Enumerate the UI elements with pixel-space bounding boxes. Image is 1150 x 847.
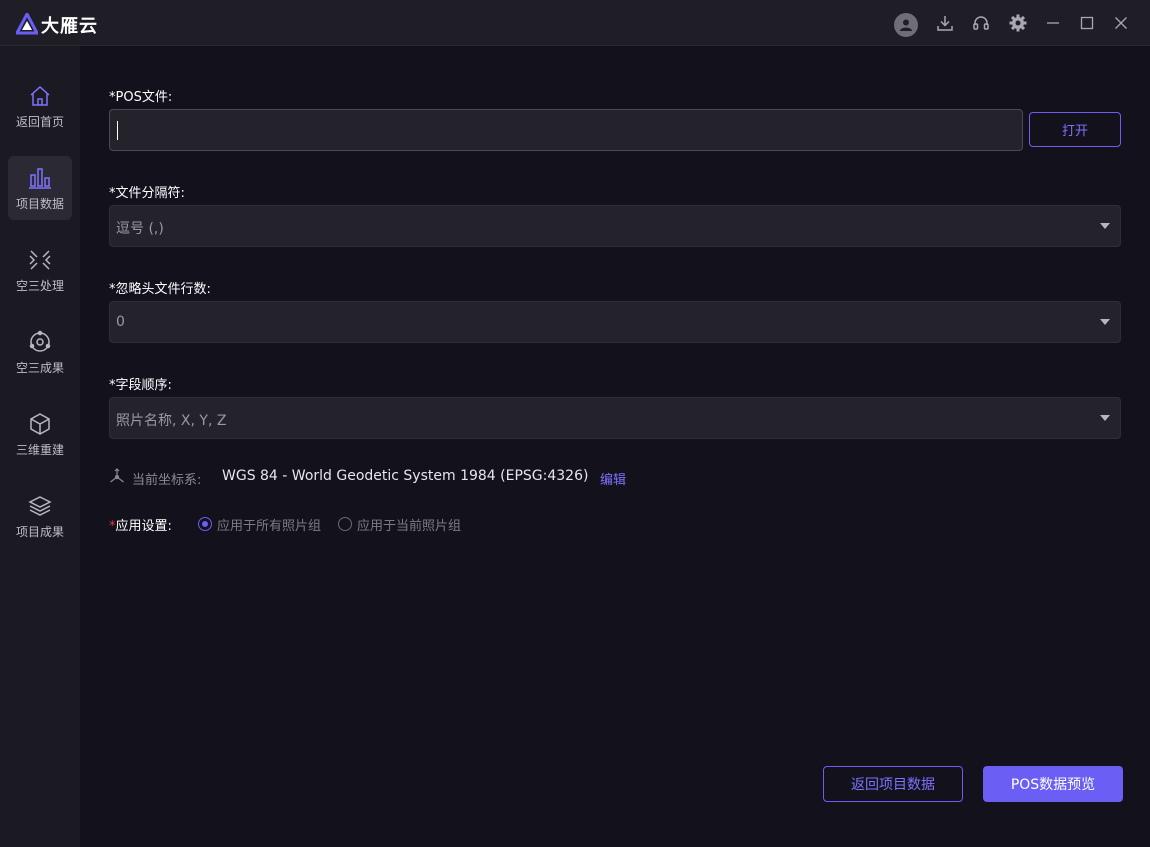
sidebar: 返回首页 项目数据 空三处理 空三成果 三维重建 项目成果 xyxy=(0,46,80,847)
minimize-icon[interactable] xyxy=(1043,13,1063,33)
app-logo-icon xyxy=(16,13,38,35)
coordinate-system-row: 当前坐标系: WGS 84 - World Geodetic System 19… xyxy=(109,468,809,488)
delimiter-select[interactable]: 逗号 (,) xyxy=(109,205,1121,247)
delimiter-value: 逗号 (,) xyxy=(116,221,164,237)
download-icon[interactable] xyxy=(935,13,955,33)
chevron-down-icon xyxy=(1100,415,1110,421)
sidebar-item-label: 空三成果 xyxy=(15,361,64,375)
coordinate-system-label: 当前坐标系: xyxy=(132,473,202,488)
field-order-select[interactable]: 照片名称, X, Y, Z xyxy=(109,397,1121,439)
text-caret xyxy=(117,121,118,140)
radio-label: 应用于当前照片组 xyxy=(357,518,462,534)
gear-icon[interactable] xyxy=(1008,13,1028,33)
radio-unchecked-icon xyxy=(338,517,352,531)
sidebar-item-label: 空三处理 xyxy=(15,279,64,293)
pos-file-input[interactable] xyxy=(109,109,1023,151)
radio-apply-current-group[interactable]: 应用于当前照片组 xyxy=(338,516,462,534)
bar-chart-icon xyxy=(27,165,53,191)
sidebar-item-label: 三维重建 xyxy=(15,443,64,457)
chevron-down-icon xyxy=(1100,223,1110,229)
skip-rows-select[interactable]: 0 xyxy=(109,301,1121,343)
sidebar-item-project-result[interactable]: 项目成果 xyxy=(8,484,72,548)
coordinate-axes-icon xyxy=(110,468,124,483)
aerial-process-icon xyxy=(27,247,53,273)
sidebar-item-3d-reconstruction[interactable]: 三维重建 xyxy=(8,402,72,466)
radio-apply-all-groups[interactable]: 应用于所有照片组 xyxy=(198,516,322,534)
cube-icon xyxy=(27,411,53,437)
sidebar-item-home[interactable]: 返回首页 xyxy=(8,74,72,138)
title-bar: 大雁云 xyxy=(0,0,1150,46)
sidebar-item-project-data[interactable]: 项目数据 xyxy=(8,156,72,220)
home-icon xyxy=(27,83,53,109)
radio-label: 应用于所有照片组 xyxy=(217,518,322,534)
aerial-result-icon xyxy=(27,329,53,355)
field-order-value: 照片名称, X, Y, Z xyxy=(116,413,227,429)
sidebar-item-aerial-result[interactable]: 空三成果 xyxy=(8,320,72,384)
apply-settings-row: *应用设置: 应用于所有照片组 应用于当前照片组 xyxy=(109,515,709,535)
delimiter-label: *文件分隔符: xyxy=(109,186,185,201)
sidebar-item-label: 返回首页 xyxy=(15,115,64,129)
apply-settings-text: 应用设置: xyxy=(115,519,172,534)
user-avatar-icon[interactable] xyxy=(894,13,918,37)
main-content: *POS文件: 打开 *文件分隔符: 逗号 (,) *忽略头文件行数: 0 *字… xyxy=(80,46,1150,847)
chevron-down-icon xyxy=(1100,319,1110,325)
app-title: 大雁云 xyxy=(41,16,98,37)
field-order-label: *字段顺序: xyxy=(109,378,172,393)
headset-icon[interactable] xyxy=(971,13,991,33)
maximize-icon[interactable] xyxy=(1077,13,1097,33)
sidebar-item-label: 项目成果 xyxy=(15,525,64,539)
pos-preview-button[interactable]: POS数据预览 xyxy=(983,766,1123,802)
sidebar-item-aerial-process[interactable]: 空三处理 xyxy=(8,238,72,302)
sidebar-item-label: 项目数据 xyxy=(15,197,64,211)
layers-icon xyxy=(27,493,53,519)
pos-file-label: *POS文件: xyxy=(109,90,173,105)
coordinate-system-value: WGS 84 - World Geodetic System 1984 (EPS… xyxy=(222,468,589,484)
open-file-button[interactable]: 打开 xyxy=(1029,112,1121,147)
apply-settings-label: *应用设置: xyxy=(109,515,172,534)
edit-coordinate-system-link[interactable]: 编辑 xyxy=(600,469,626,488)
radio-checked-icon xyxy=(198,517,212,531)
back-to-project-data-button[interactable]: 返回项目数据 xyxy=(823,766,963,802)
skip-rows-value: 0 xyxy=(116,314,125,330)
skip-rows-label: *忽略头文件行数: xyxy=(109,282,211,297)
close-icon[interactable] xyxy=(1111,13,1131,33)
